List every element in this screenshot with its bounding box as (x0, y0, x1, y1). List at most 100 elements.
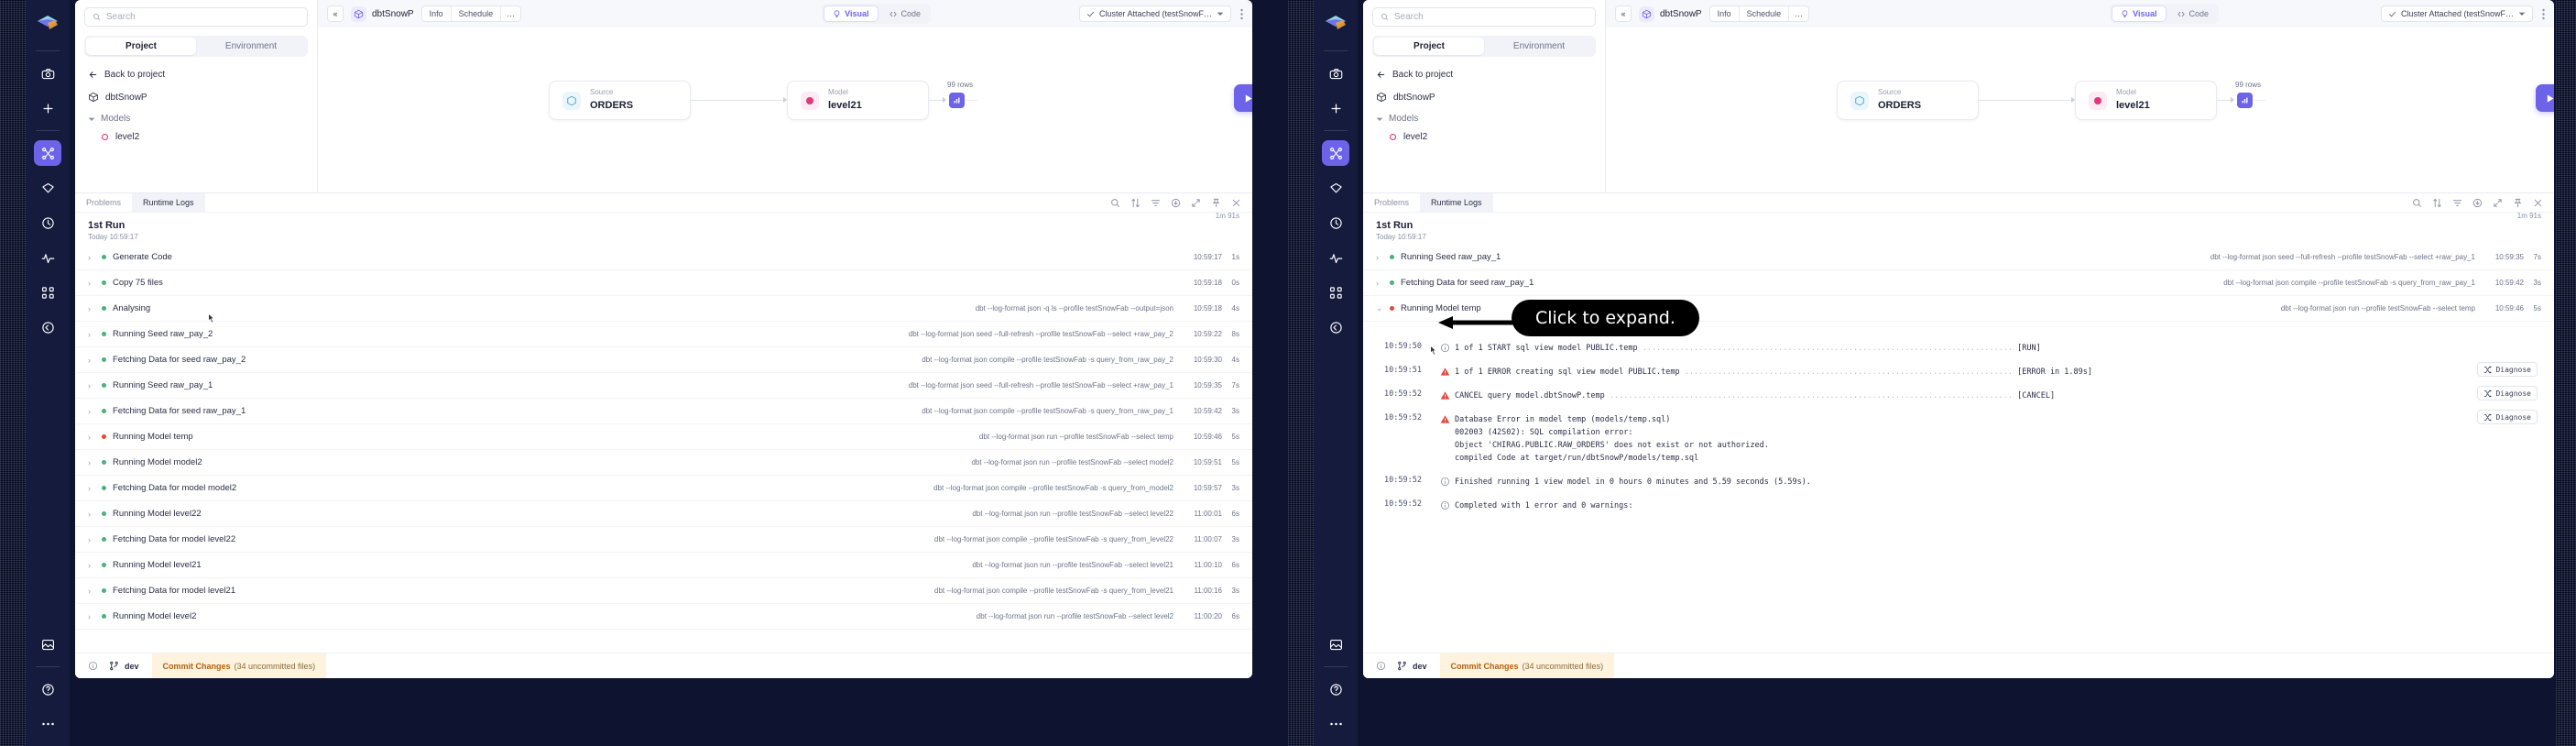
run-button-group[interactable] (1234, 84, 1252, 112)
chevron-right-icon[interactable]: › (88, 484, 95, 493)
breadcrumb[interactable]: dbtSnowP (1639, 5, 1702, 22)
cluster-dropdown[interactable]: Cluster Attached (testSnowF… (2380, 5, 2533, 22)
log-row[interactable]: › Running Seed raw_pay_2 dbt --log-format … (75, 322, 1252, 347)
project-node[interactable]: dbtSnowP (1363, 80, 1605, 103)
diagnose-button[interactable]: Diagnose (2477, 362, 2538, 378)
log-row[interactable]: › Running Model level2 dbt --log-format js… (75, 604, 1252, 630)
tab-code[interactable]: Code (2168, 5, 2218, 22)
back-to-project-button[interactable]: Back to project (1363, 57, 1605, 80)
info-icon[interactable] (1363, 661, 1397, 671)
sort-icon[interactable] (1130, 198, 1141, 208)
log-row[interactable]: › Running Seed raw_pay_1 dbt --log-format … (1363, 245, 2554, 270)
chevron-right-icon[interactable]: › (88, 356, 95, 365)
activity-icon[interactable] (1322, 245, 1349, 270)
tab-environment[interactable]: Environment (196, 38, 306, 55)
history-icon[interactable] (34, 210, 61, 236)
gallery-icon[interactable] (34, 631, 61, 657)
app-logo[interactable] (34, 11, 61, 38)
lineage-icon[interactable] (1322, 140, 1349, 166)
chevron-right-icon[interactable]: › (88, 561, 95, 570)
tab-more-icon[interactable]: … (501, 6, 520, 21)
log-row[interactable]: › Running Model temp dbt --log-format json… (75, 424, 1252, 450)
overflow-menu-icon[interactable] (1240, 8, 1243, 20)
add-icon[interactable] (1322, 95, 1349, 121)
tab-code[interactable]: Code (880, 5, 930, 22)
close-icon[interactable] (1231, 198, 1241, 208)
models-group[interactable]: Models (1363, 103, 1605, 124)
chevron-right-icon[interactable]: › (88, 407, 95, 416)
tab-project[interactable]: Project (86, 38, 196, 55)
help-icon[interactable] (34, 676, 61, 702)
search-input[interactable]: Search (1372, 7, 1596, 27)
chevron-right-icon[interactable]: › (88, 253, 95, 262)
tab-schedule[interactable]: Schedule (452, 6, 502, 21)
diagnose-button[interactable]: Diagnose (2477, 386, 2538, 401)
chevron-right-icon[interactable]: › (88, 458, 95, 467)
time-travel-icon[interactable] (34, 314, 61, 340)
app-logo[interactable] (1322, 11, 1349, 38)
gallery-icon[interactable] (1322, 631, 1349, 657)
workflow-icon[interactable] (1322, 280, 1349, 305)
collapse-sidebar-button[interactable]: « (327, 5, 344, 22)
tab-more-icon[interactable]: … (1789, 6, 1808, 21)
model-level2-item[interactable]: level2 (1363, 124, 1605, 142)
chevron-right-icon[interactable]: › (1376, 279, 1383, 288)
commit-changes-button[interactable]: Commit Changes (34 uncommitted files) (1439, 653, 1615, 678)
run-button-group[interactable] (2536, 84, 2554, 112)
activity-icon[interactable] (34, 245, 61, 270)
log-row[interactable]: › Fetching Data for seed raw_pay_1 dbt --l… (75, 399, 1252, 424)
time-travel-icon[interactable] (1322, 314, 1349, 340)
tab-info[interactable]: Info (422, 6, 452, 21)
gem-icon[interactable] (1322, 175, 1349, 201)
log-row[interactable]: › Running Model level21 dbt --log-format j… (75, 553, 1252, 578)
chevron-right-icon[interactable]: › (88, 304, 95, 313)
filter-icon[interactable] (1151, 198, 1161, 208)
log-row[interactable]: › Fetching Data for seed raw_pay_2 dbt --l… (75, 347, 1252, 373)
search-icon[interactable] (1110, 198, 1120, 208)
log-row[interactable]: › Running Seed raw_pay_1 dbt --log-format … (75, 373, 1252, 399)
history-icon[interactable] (1322, 210, 1349, 236)
download-icon[interactable] (1171, 198, 1181, 208)
chevron-right-icon[interactable]: › (1376, 253, 1383, 262)
rows-preview-button[interactable] (949, 93, 965, 108)
diagnose-button[interactable]: Diagnose (2477, 410, 2538, 425)
search-icon[interactable] (2412, 198, 2422, 208)
more-icon[interactable] (34, 711, 61, 737)
tab-problems[interactable]: Problems (75, 193, 132, 212)
commit-changes-button[interactable]: Commit Changes (34 uncommitted files) (151, 653, 327, 678)
git-branch[interactable]: dev (109, 661, 152, 671)
lineage-canvas[interactable]: Source ORDERS Model level21 99 rows (318, 27, 1252, 192)
model-level2-item[interactable]: level2 (75, 124, 317, 142)
tab-visual[interactable]: Visual (824, 5, 879, 22)
chevron-right-icon[interactable]: › (88, 587, 95, 596)
run-button[interactable] (2536, 84, 2554, 112)
chevron-right-icon[interactable]: › (88, 535, 95, 544)
chevron-right-icon[interactable]: › (88, 381, 95, 390)
tab-info[interactable]: Info (1710, 6, 1740, 21)
tab-project[interactable]: Project (1374, 38, 1484, 55)
cluster-dropdown[interactable]: Cluster Attached (testSnowF… (1078, 5, 1231, 22)
more-icon[interactable] (1322, 711, 1349, 737)
chevron-right-icon[interactable]: › (88, 433, 95, 442)
lineage-icon[interactable] (34, 140, 61, 166)
chevron-down-icon[interactable]: ⌄ (1376, 303, 1383, 313)
tab-problems[interactable]: Problems (1363, 193, 1420, 212)
log-row[interactable]: › Running Model model2 dbt --log-format js… (75, 450, 1252, 476)
help-icon[interactable] (1322, 676, 1349, 702)
workflow-icon[interactable] (34, 280, 61, 305)
chevron-right-icon[interactable]: › (88, 279, 95, 288)
overflow-menu-icon[interactable] (2542, 8, 2545, 20)
camera-icon[interactable] (34, 60, 61, 86)
log-row[interactable]: › Fetching Data for model level22 dbt --lo… (75, 527, 1252, 553)
chevron-right-icon[interactable]: › (88, 330, 95, 339)
tab-runtime-logs[interactable]: Runtime Logs (1420, 193, 1493, 212)
log-row[interactable]: › Fetching Data for model model2 dbt --log… (75, 476, 1252, 501)
node-source-orders[interactable]: Source ORDERS (1837, 81, 1979, 120)
node-model-level21[interactable]: Model level21 (2075, 81, 2217, 120)
log-row[interactable]: › Running Model level22 dbt --log-format j… (75, 501, 1252, 527)
log-row-list[interactable]: › Generate Code 10:59:17 1s › Copy 75 files 10… (75, 245, 1252, 653)
tab-schedule[interactable]: Schedule (1740, 6, 1790, 21)
project-node[interactable]: dbtSnowP (75, 80, 317, 103)
search-input[interactable]: Search (84, 7, 308, 27)
camera-icon[interactable] (1322, 60, 1349, 86)
